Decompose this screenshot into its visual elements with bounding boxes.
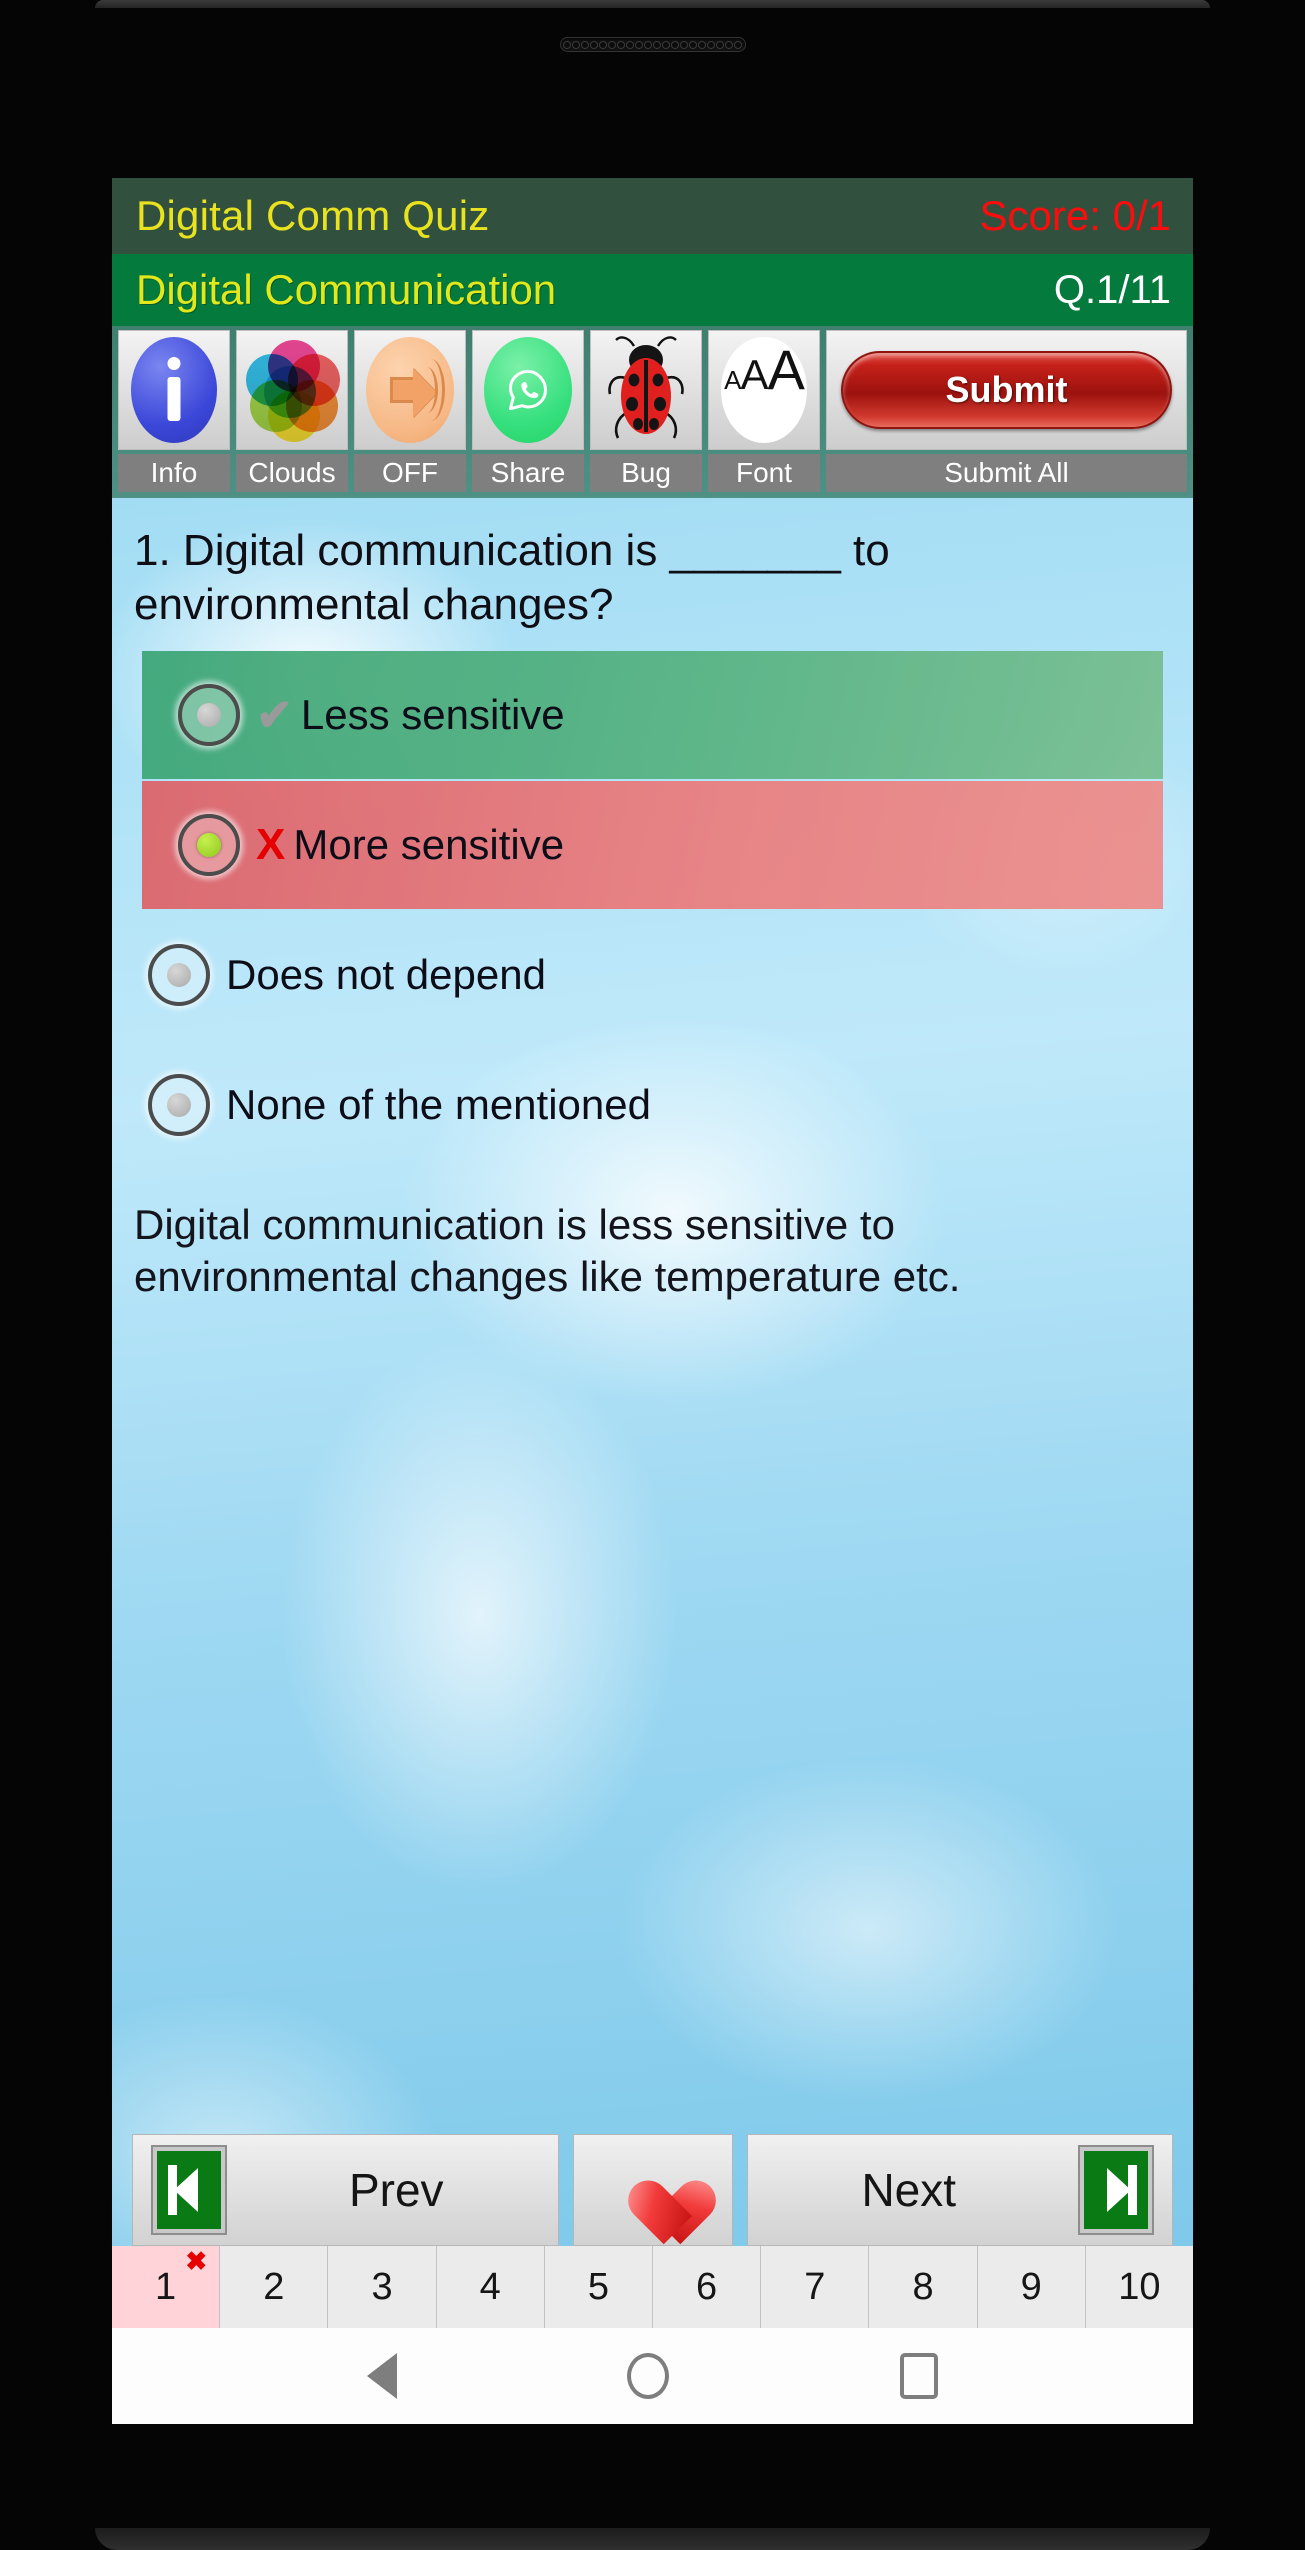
answer-options-list: ✔ Less sensitive X More sensitive Does n… (112, 645, 1193, 1169)
option-label-2: More sensitive (293, 821, 565, 869)
whatsapp-icon (484, 337, 572, 443)
back-triangle-icon[interactable] (367, 2353, 398, 2399)
radio-button-2[interactable] (178, 814, 240, 877)
toolbar-label-info[interactable]: Info (118, 454, 230, 492)
pager-label-3: 3 (371, 2265, 393, 2308)
pager-item-5[interactable]: 5 (544, 2246, 654, 2328)
pager-wrong-badge: ✖ (185, 2246, 208, 2276)
info-icon (131, 337, 217, 443)
next-button[interactable]: Next (746, 2134, 1173, 2246)
toolbar-button-info[interactable] (118, 330, 230, 450)
prev-button[interactable]: Prev (132, 2134, 559, 2246)
pager-label-2: 2 (263, 2265, 285, 2308)
pager-item-4[interactable]: 4 (436, 2246, 545, 2328)
toolbar-label-font[interactable]: Font (708, 454, 820, 492)
toolbar-label-share[interactable]: Share (472, 454, 584, 492)
toolbar-label-bug[interactable]: Bug (590, 454, 702, 492)
question-navigation-bar: Prev Next (112, 2134, 1193, 2246)
toolbar-button-share[interactable] (472, 330, 584, 450)
heart-icon (614, 2154, 692, 2226)
pager-label-4: 4 (479, 2265, 501, 2308)
pager-label-7: 7 (804, 2265, 826, 2308)
app-titlebar: Digital Comm Quiz Score: 0/1 (112, 178, 1193, 254)
toolbar-icon-row: AAA Submit (112, 326, 1193, 454)
pager-item-3[interactable]: 3 (328, 2246, 437, 2328)
option-label-4: None of the mentioned (226, 1081, 651, 1129)
app-screen: Digital Comm Quiz Score: 0/1 Digital Com… (112, 178, 1193, 2424)
favorite-button[interactable] (572, 2134, 733, 2246)
radio-button-3[interactable] (148, 944, 210, 1007)
pager-item-2[interactable]: 2 (220, 2246, 329, 2328)
pager-item-8[interactable]: 8 (869, 2246, 978, 2328)
option-row-3[interactable]: Does not depend (112, 911, 1193, 1039)
option-label-1: Less sensitive (300, 691, 565, 739)
pager-label-1: 1 (155, 2265, 177, 2308)
radio-button-1[interactable] (178, 684, 240, 747)
next-button-label: Next (861, 2164, 957, 2216)
toolbar-label-row: Info Clouds OFF Share Bug Font Submit Al… (112, 454, 1193, 498)
prev-button-label: Prev (348, 2164, 444, 2216)
home-circle-icon[interactable] (627, 2353, 670, 2399)
pager-item-1[interactable]: 1 ✖ (112, 2246, 221, 2328)
correct-tick-icon: ✔ (256, 690, 293, 740)
radio-button-4[interactable] (148, 1074, 210, 1137)
pager-label-5: 5 (587, 2265, 609, 2308)
subject-bar: Digital Communication Q.1/11 (112, 254, 1193, 326)
toolbar-button-bug[interactable] (590, 330, 702, 450)
pager-label-10: 10 (1118, 2265, 1161, 2308)
question-pager: 1 ✖ 2 3 4 5 6 7 8 9 10 (112, 2246, 1193, 2328)
speaker-icon (366, 337, 454, 443)
option-row-2[interactable]: X More sensitive (142, 781, 1163, 910)
ladybug-icon (604, 334, 688, 446)
device-bottom-bezel (95, 2528, 1210, 2550)
next-arrow-icon (1080, 2147, 1152, 2233)
pager-label-8: 8 (912, 2265, 934, 2308)
device-top-bezel (95, 0, 1210, 8)
pager-item-6[interactable]: 6 (653, 2246, 762, 2328)
option-row-1[interactable]: ✔ Less sensitive (142, 651, 1163, 780)
toolbar-label-off[interactable]: OFF (354, 454, 466, 492)
prev-arrow-icon (153, 2147, 225, 2233)
pager-item-7[interactable]: 7 (761, 2246, 870, 2328)
toolbar-button-sound-off[interactable] (354, 330, 466, 450)
toolbar-label-clouds[interactable]: Clouds (236, 454, 348, 492)
pager-item-10[interactable]: 10 (1085, 2246, 1193, 2328)
toolbar: AAA Submit Info Clouds OFF Share Bug Fon… (112, 326, 1193, 498)
option-label-3: Does not depend (226, 951, 546, 999)
earpiece-speaker-grille (559, 37, 746, 52)
subject-title: Digital Communication (136, 266, 557, 313)
wrong-cross-icon: X (256, 820, 286, 870)
toolbar-button-font[interactable]: AAA (708, 330, 820, 450)
question-text: 1. Digital communication is _______ to e… (134, 526, 890, 629)
color-wheel-icon (246, 338, 340, 442)
phone-device: Digital Comm Quiz Score: 0/1 Digital Com… (0, 0, 1305, 2550)
toolbar-button-clouds[interactable] (236, 330, 348, 450)
android-system-navigation-bar (112, 2328, 1193, 2424)
submit-button-label: Submit (841, 351, 1172, 429)
toolbar-button-submit[interactable]: Submit (826, 330, 1187, 450)
option-row-4[interactable]: None of the mentioned (112, 1041, 1193, 1169)
explanation-text: Digital communication is less sensitive … (134, 1201, 961, 1301)
toolbar-label-submit-all[interactable]: Submit All (826, 454, 1187, 492)
pager-item-9[interactable]: 9 (977, 2246, 1086, 2328)
score-display: Score: 0/1 (979, 192, 1171, 239)
pager-label-9: 9 (1020, 2265, 1042, 2308)
pager-label-6: 6 (696, 2265, 718, 2308)
font-size-icon: AAA (721, 337, 807, 443)
question-counter: Q.1/11 (1053, 267, 1171, 312)
app-title: Digital Comm Quiz (136, 192, 490, 239)
recents-square-icon[interactable] (899, 2353, 938, 2399)
